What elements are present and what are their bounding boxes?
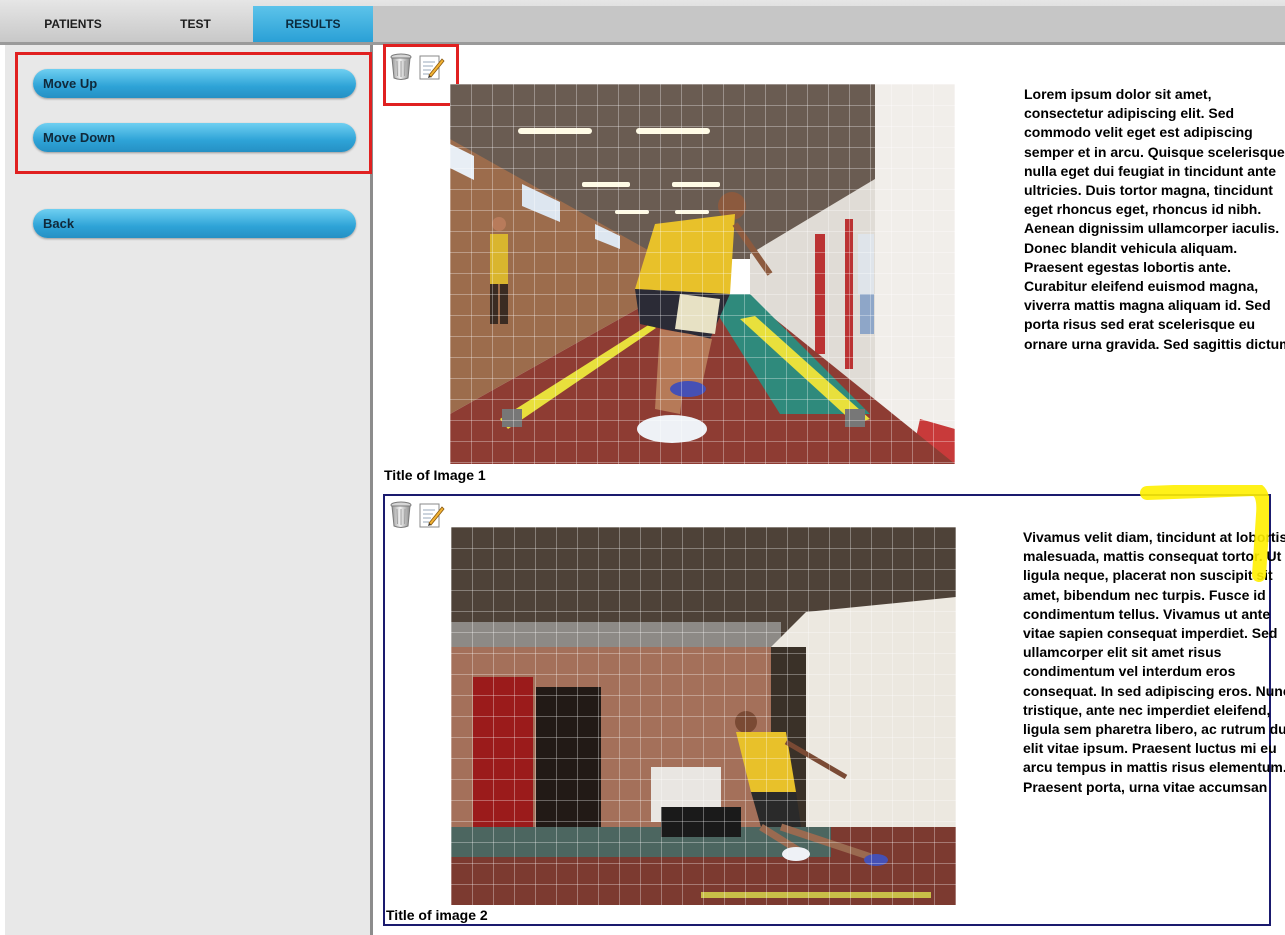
back-button[interactable]: Back	[33, 209, 356, 238]
results-panel: Lorem ipsum dolor sit amet, consectetur …	[377, 44, 1285, 935]
move-down-button[interactable]: Move Down	[33, 123, 356, 152]
result-item-selected[interactable]: Vivamus velit diam, tincidunt at loborti…	[383, 494, 1285, 926]
top-tab-bar: PATIENTS TEST RESULTS	[0, 0, 1285, 45]
result-photo	[450, 84, 955, 464]
result-description: Lorem ipsum dolor sit amet, consectetur …	[1024, 86, 1285, 352]
result-caption: Title of image 2	[386, 907, 488, 923]
trash-icon[interactable]	[389, 53, 413, 81]
edit-icon[interactable]	[419, 53, 445, 81]
move-up-button[interactable]: Move Up	[33, 69, 356, 98]
result-photo	[451, 527, 956, 905]
result-description: Vivamus velit diam, tincidunt at loborti…	[1023, 529, 1285, 795]
trash-icon[interactable]	[389, 501, 413, 529]
result-item[interactable]: Lorem ipsum dolor sit amet, consectetur …	[383, 44, 1285, 486]
tab-bar-filler	[373, 6, 1285, 42]
edit-icon[interactable]	[419, 501, 445, 529]
sidebar: Move Up Move Down Back	[5, 45, 373, 935]
result-caption: Title of Image 1	[384, 467, 486, 483]
tab-patients[interactable]: PATIENTS	[8, 6, 138, 42]
tab-test[interactable]: TEST	[138, 6, 253, 42]
tab-results[interactable]: RESULTS	[253, 6, 373, 42]
